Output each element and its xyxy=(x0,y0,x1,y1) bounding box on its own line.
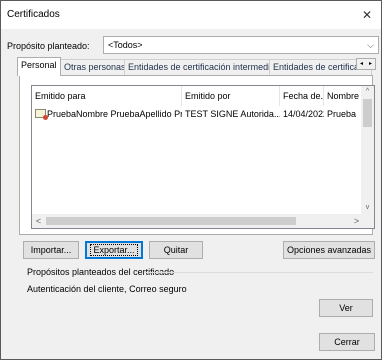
tab-other-people[interactable]: Otras personas xyxy=(60,59,126,75)
vertical-scroll-thumb[interactable] xyxy=(363,99,372,127)
list-header: Emitido para Emitido por Fecha de... Nom… xyxy=(32,86,374,106)
dialog-title: Certificados xyxy=(7,9,60,20)
close-button[interactable]: Cerrar xyxy=(319,333,375,351)
table-row[interactable]: PruebaNombre PruebaApellido Pr... TEST S… xyxy=(32,106,362,122)
cell-expiration-date: 14/04/2022 xyxy=(283,109,324,119)
arrow-left-icon[interactable]: ◂ xyxy=(357,59,366,69)
tab-scroll-buttons[interactable]: ◂ ▸ xyxy=(356,58,376,70)
column-header-issued-by[interactable]: Emitido por xyxy=(182,86,280,106)
purpose-label: Propósito planteado: xyxy=(7,41,90,51)
cell-friendly-name: Prueba xyxy=(327,109,357,119)
column-header-expiration[interactable]: Fecha de... xyxy=(280,86,324,106)
cell-issued-by: TEST SIGNE Autorida... xyxy=(185,109,280,119)
cell-issued-to: PruebaNombre PruebaApellido Pr... xyxy=(32,106,182,122)
scroll-left-icon[interactable]: < xyxy=(32,214,45,228)
purpose-selected-value: <Todos> xyxy=(108,40,143,50)
column-header-name[interactable]: Nombre xyxy=(324,86,362,106)
export-button[interactable]: Exportar... xyxy=(85,241,143,259)
certificates-dialog: Certificados ✕ Propósito planteado: <Tod… xyxy=(0,0,382,360)
arrow-right-icon[interactable]: ▸ xyxy=(366,59,375,69)
scroll-down-icon[interactable]: v xyxy=(361,202,374,214)
scroll-up-icon[interactable]: ^ xyxy=(361,86,374,98)
import-button[interactable]: Importar... xyxy=(23,241,79,259)
remove-button[interactable]: Quitar xyxy=(149,241,203,259)
purpose-dropdown[interactable]: <Todos> ⌵ xyxy=(103,36,379,54)
title-bar: Certificados ✕ xyxy=(1,1,381,29)
tab-intermediate-cas[interactable]: Entidades de certificación intermedias xyxy=(124,59,280,75)
scroll-corner xyxy=(361,214,374,228)
advanced-options-button[interactable]: Opciones avanzadas xyxy=(283,241,375,259)
horizontal-scrollbar[interactable]: < > xyxy=(32,214,363,228)
certificate-list[interactable]: Emitido para Emitido por Fecha de... Nom… xyxy=(31,85,375,229)
chevron-down-icon: ⌵ xyxy=(367,40,374,50)
view-button[interactable]: Ver xyxy=(319,299,373,317)
column-header-issued-to[interactable]: Emitido para xyxy=(32,86,182,106)
tab-strip: Personal Otras personas Entidades de cer… xyxy=(17,57,377,76)
tab-personal[interactable]: Personal xyxy=(17,57,61,76)
certificate-icon xyxy=(35,109,48,120)
certificate-purposes: Autenticación del cliente, Correo seguro xyxy=(27,284,187,294)
horizontal-scroll-thumb[interactable] xyxy=(46,217,296,225)
vertical-scrollbar[interactable]: ^ v xyxy=(361,86,374,214)
group-divider xyxy=(145,272,373,273)
close-icon[interactable]: ✕ xyxy=(357,5,377,25)
